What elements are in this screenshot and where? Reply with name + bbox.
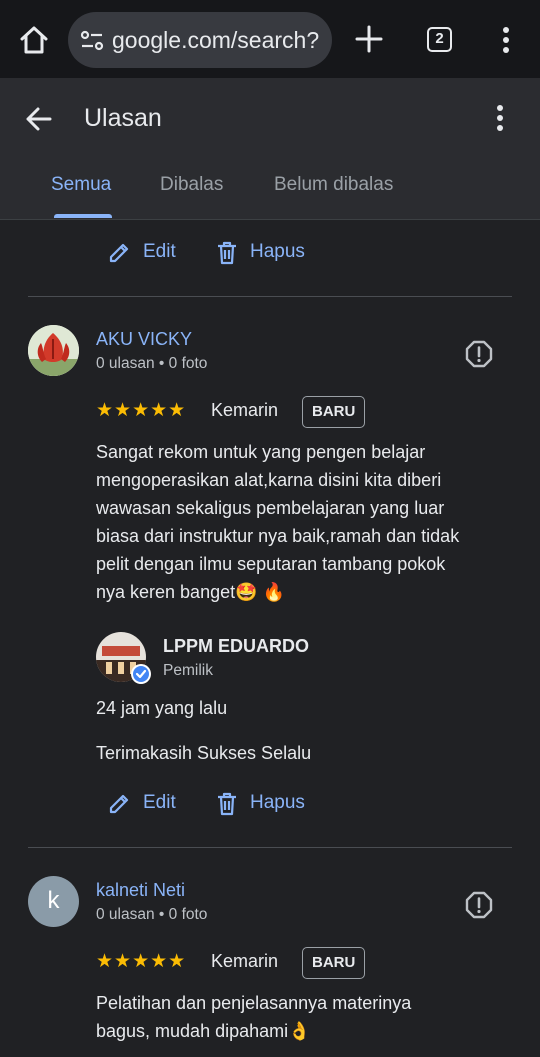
new-badge: BARU xyxy=(302,947,366,979)
tab-switcher-button[interactable]: 2 xyxy=(427,27,452,52)
reviewer-name[interactable]: kalneti Neti xyxy=(96,880,185,901)
owner-avatar xyxy=(96,632,151,684)
divider xyxy=(28,296,512,297)
star-rating: ★★★★★ xyxy=(96,400,187,421)
review-line: biasa dari instruktur nya baik,ramah dan… xyxy=(96,526,460,546)
reply-time: 24 jam yang lalu xyxy=(96,698,228,718)
browser-toolbar: google.com/search? 2 xyxy=(0,0,540,78)
review-line: mengoperasikan alat,karna disini kita di… xyxy=(96,470,442,490)
active-tab-indicator xyxy=(54,214,112,218)
edit-icon[interactable] xyxy=(108,793,130,820)
new-tab-icon[interactable] xyxy=(352,22,386,56)
url-text: google.com/search? xyxy=(112,27,320,53)
edit-reply-button[interactable]: Edit xyxy=(143,792,176,814)
report-icon[interactable] xyxy=(465,891,493,919)
owner-name: LPPM EDUARDO xyxy=(163,636,310,656)
review-text: Pelatihan dan penjelasannya materinya ba… xyxy=(96,989,516,1045)
owner-role: Pemilik xyxy=(163,662,213,679)
review-line: bagus, mudah dipahami👌 xyxy=(96,1021,311,1041)
address-bar[interactable]: google.com/search? xyxy=(68,12,332,68)
star-rating: ★★★★★ xyxy=(96,951,187,972)
new-badge: BARU xyxy=(302,396,366,428)
tab-belum-dibalas[interactable]: Belum dibalas xyxy=(274,174,393,196)
delete-icon[interactable] xyxy=(216,241,238,270)
page-title: Ulasan xyxy=(84,104,162,132)
divider xyxy=(28,847,512,848)
reviewer-name[interactable]: AKU VICKY xyxy=(96,329,192,350)
edit-button[interactable]: Edit xyxy=(143,241,176,263)
delete-button[interactable]: Hapus xyxy=(250,241,305,263)
review-line: Pelatihan dan penjelasannya materinya xyxy=(96,993,412,1013)
reviewer-meta: 0 ulasan • 0 foto xyxy=(96,355,208,372)
tab-dibalas[interactable]: Dibalas xyxy=(160,174,223,196)
reviews-header: Ulasan Semua Dibalas Belum dibalas xyxy=(0,78,540,220)
review-line: nya keren banget🤩 🔥 xyxy=(96,582,285,602)
tab-semua[interactable]: Semua xyxy=(51,174,111,196)
review-date: Kemarin xyxy=(211,951,279,971)
avatar[interactable]: k xyxy=(28,876,79,927)
review-line: pelit dengan ilmu seputaran tambang poko… xyxy=(96,554,446,574)
avatar[interactable] xyxy=(28,325,79,376)
home-icon[interactable] xyxy=(16,22,52,58)
more-options-icon[interactable] xyxy=(488,102,512,134)
review-text: Sangat rekom untuk yang pengen belajar m… xyxy=(96,438,516,606)
delete-reply-button[interactable]: Hapus xyxy=(250,792,305,814)
site-info-icon[interactable] xyxy=(80,30,104,57)
reply-text: Terimakasih Sukses Selalu xyxy=(96,743,312,763)
back-arrow-icon[interactable] xyxy=(22,102,56,136)
delete-icon[interactable] xyxy=(216,792,238,821)
review-line: wawasan sekaligus pembelajaran yang luar xyxy=(96,498,445,518)
reviewer-meta: 0 ulasan • 0 foto xyxy=(96,906,208,923)
browser-menu-icon[interactable] xyxy=(494,24,518,56)
report-icon[interactable] xyxy=(465,340,493,368)
review-line: Sangat rekom untuk yang pengen belajar xyxy=(96,442,426,462)
edit-icon[interactable] xyxy=(108,242,130,269)
review-date: Kemarin xyxy=(211,400,279,420)
